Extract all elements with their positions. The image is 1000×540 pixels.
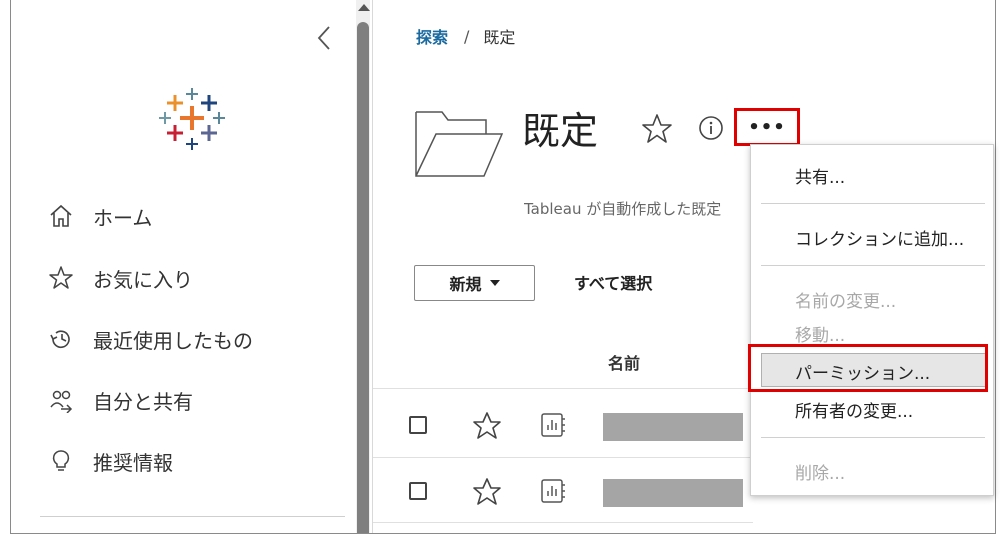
table-row[interactable] (373, 460, 753, 524)
chevron-left-icon[interactable] (311, 24, 339, 52)
shared-users-icon (47, 386, 75, 414)
caret-down-icon (489, 280, 500, 286)
menu-item-move: 移動... (795, 326, 846, 346)
sidebar: ホーム お気に入り 最近使用したもの 自分と共有 推奨情報 (11, 0, 356, 533)
workbook-icon (541, 413, 565, 437)
select-all-button[interactable]: すべて選択 (574, 270, 652, 294)
favorite-star-icon[interactable] (471, 476, 503, 508)
history-icon (47, 325, 75, 353)
sidebar-item-recents[interactable]: 最近使用したもの (47, 321, 253, 357)
menu-item-delete: 削除... (795, 464, 846, 484)
favorite-star-icon[interactable] (640, 112, 674, 146)
row-divider (373, 522, 753, 523)
breadcrumb: 探索 / 既定 (416, 24, 515, 48)
sidebar-item-favorites[interactable]: お気に入り (47, 260, 193, 296)
more-actions-button[interactable]: ••• (734, 108, 800, 146)
more-actions-menu: 共有... コレクションに追加... 名前の変更... 移動... パーミッショ… (750, 144, 994, 496)
menu-separator (761, 265, 985, 266)
scroll-up-arrow-icon[interactable] (358, 4, 370, 11)
page-title: 既定 (522, 109, 599, 153)
table-row[interactable] (373, 394, 753, 458)
project-description: Tableau が自動作成した既定 (524, 200, 722, 218)
breadcrumb-current: 既定 (483, 28, 516, 47)
breadcrumb-explore-link[interactable]: 探索 (416, 24, 448, 48)
favorite-star-icon[interactable] (471, 410, 503, 442)
menu-item-change-owner[interactable]: 所有者の変更... (795, 397, 913, 422)
workbook-icon (541, 479, 565, 503)
menu-item-rename: 名前の変更... (795, 292, 897, 312)
home-icon (47, 202, 75, 230)
folder-icon (415, 111, 504, 177)
sidebar-item-home[interactable]: ホーム (47, 198, 152, 234)
lightbulb-icon (47, 447, 75, 475)
permissions-highlight-box (748, 344, 988, 392)
sidebar-item-label: お気に入り (93, 267, 193, 292)
tableau-logo-icon (159, 88, 225, 150)
row-checkbox[interactable] (409, 482, 427, 500)
star-icon (47, 264, 75, 292)
redacted-name (603, 413, 743, 441)
sidebar-item-label: 推奨情報 (93, 450, 173, 475)
menu-separator (761, 437, 985, 438)
sidebar-item-shared-with-me[interactable]: 自分と共有 (47, 382, 193, 418)
menu-item-add-to-collection[interactable]: コレクションに追加... (795, 225, 964, 250)
menu-item-share[interactable]: 共有... (795, 163, 845, 188)
row-divider (373, 388, 753, 389)
sidebar-item-label: 最近使用したもの (93, 328, 253, 353)
menu-separator (761, 203, 985, 204)
info-icon[interactable] (698, 115, 724, 141)
row-checkbox[interactable] (409, 416, 427, 434)
column-header-name[interactable]: 名前 (608, 350, 640, 374)
redacted-name (603, 479, 743, 507)
sidebar-item-recommendations[interactable]: 推奨情報 (47, 443, 173, 479)
breadcrumb-separator: / (464, 26, 470, 46)
scrollbar-thumb[interactable] (357, 22, 369, 533)
sidebar-divider (40, 516, 345, 517)
new-button[interactable]: 新規 (414, 265, 535, 301)
sidebar-item-label: 自分と共有 (93, 389, 193, 414)
new-button-label: 新規 (449, 275, 482, 294)
sidebar-item-label: ホーム (93, 205, 153, 230)
row-divider (373, 457, 753, 458)
